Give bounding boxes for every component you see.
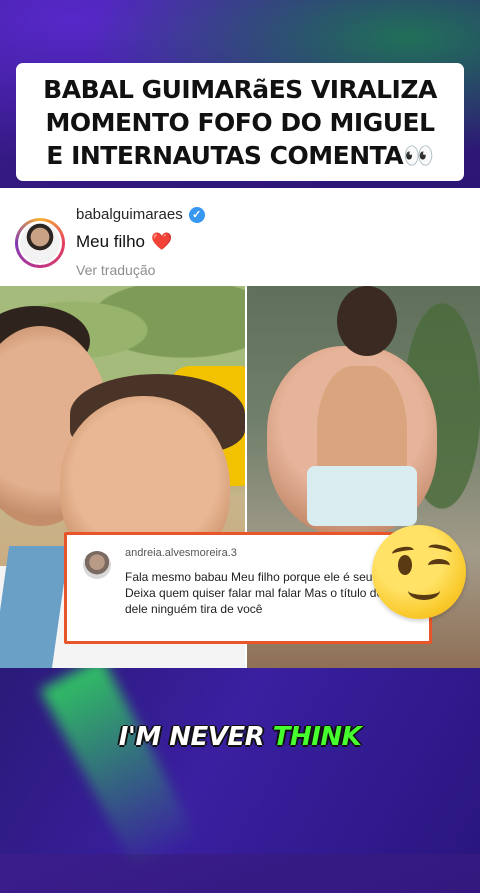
commenter-username[interactable]: andreia.alvesmoreira.3 [125,547,237,559]
post-username[interactable]: babalguimaraes [76,206,183,223]
post-username-row[interactable]: babalguimaraes ✓ [76,206,205,223]
subtitle-text: I'M NEVER [118,722,265,752]
see-translation-link[interactable]: Ver tradução [76,262,155,278]
verified-badge-icon: ✓ [188,206,205,223]
post-header: babalguimaraes ✓ Meu filho ❤️ Ver traduç… [0,188,480,286]
headline-line-3: E INTERNAUTAS COMENTA👀 [46,140,434,170]
profile-avatar[interactable] [15,218,65,268]
headline-banner: BABAL GUIMARãES VIRALIZA MOMENTO FOFO DO… [16,63,464,181]
headline-line-2: MOMENTO FOFO DO MIGUEL [45,107,435,137]
avatar-photo [20,223,60,263]
headline-line-1: BABAL GUIMARãES VIRALIZA [43,74,437,104]
caption-text: Meu filho [76,232,145,251]
commenter-avatar[interactable] [83,551,111,579]
subtitle-highlight: THINK [272,722,362,752]
heart-icon: ❤️ [150,232,173,251]
post-caption: Meu filho ❤️ [76,232,172,252]
video-subtitle: I'M NEVER THINK [0,722,480,752]
winking-face-emoji-icon [372,525,466,619]
